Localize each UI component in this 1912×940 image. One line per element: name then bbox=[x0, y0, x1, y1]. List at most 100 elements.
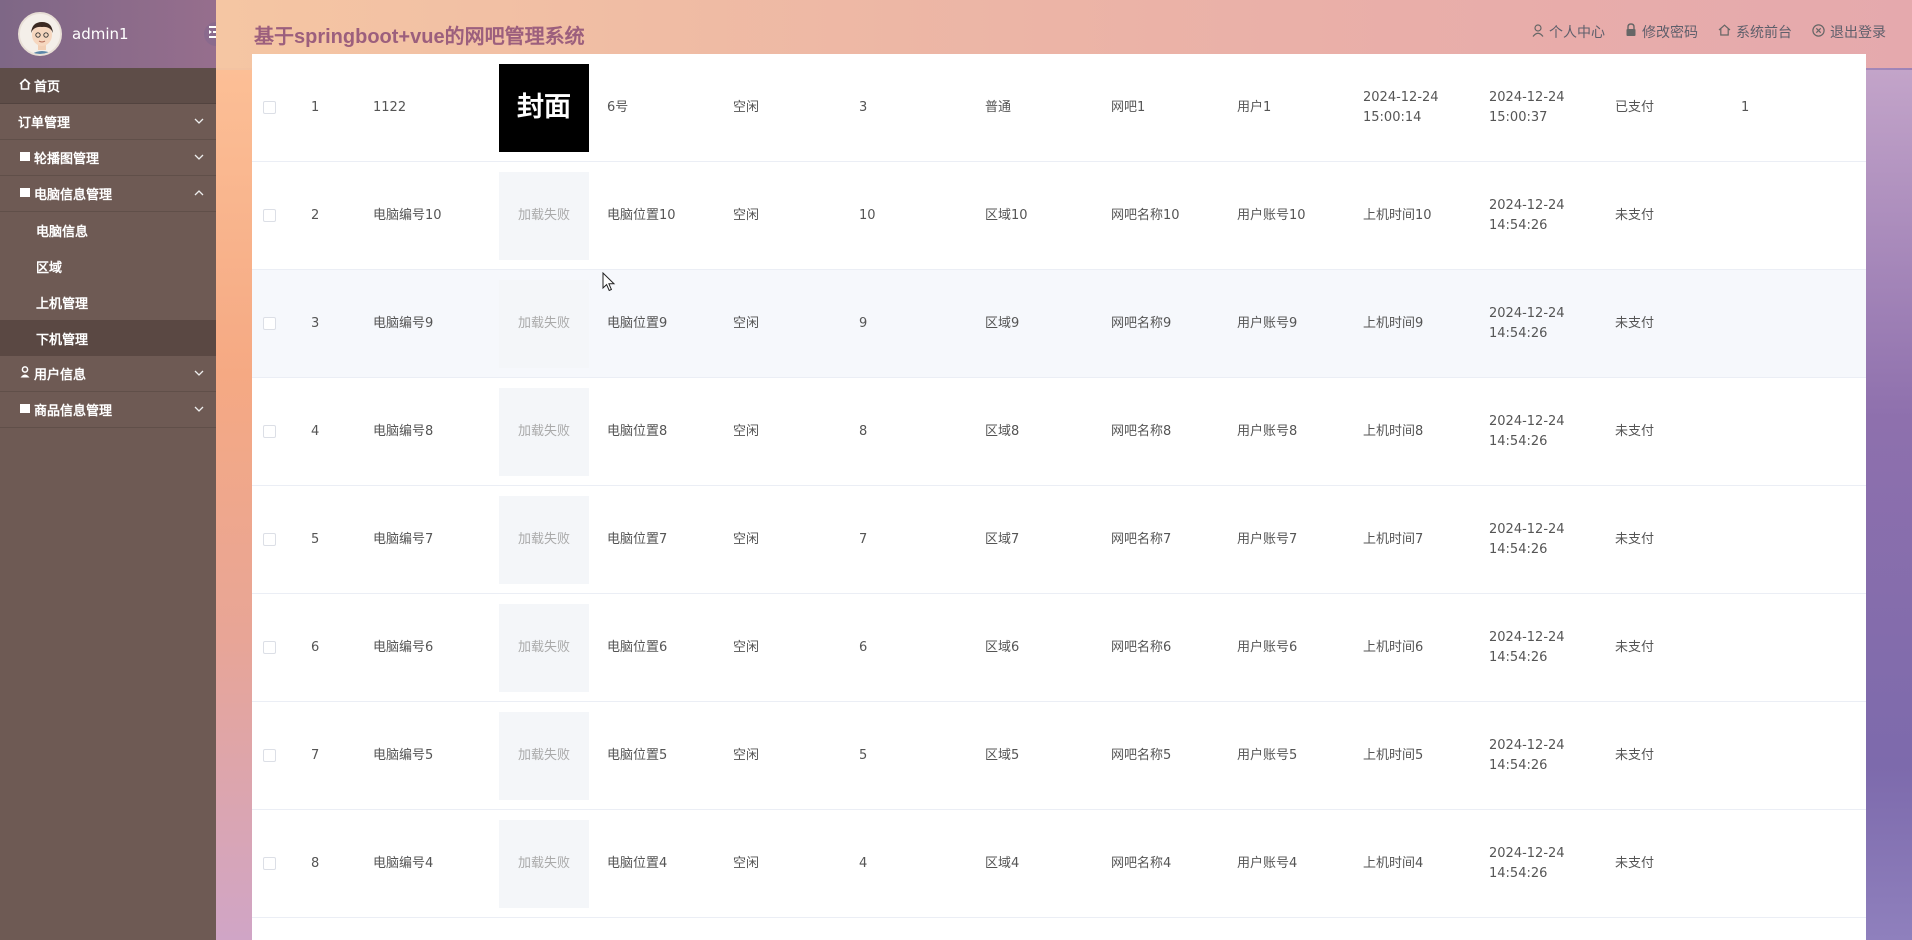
table-row[interactable]: 6 电脑编号6 加载失败 电脑位置6 空闲 6 区域6 网吧名称6 用户账号6 上机时间6 2024… bbox=[252, 594, 1866, 702]
row-checkbox[interactable] bbox=[263, 702, 283, 809]
sidebar-item-label: 首页 bbox=[34, 80, 61, 95]
cell-status-text: 空闲 bbox=[733, 207, 760, 223]
sidebar-item-goods-info[interactable]: 商品信息管理 bbox=[0, 392, 216, 428]
cell-extra: 1 bbox=[1741, 54, 1821, 161]
sidebar-item-carousel[interactable]: 轮播图管理 bbox=[0, 140, 216, 176]
avatar[interactable] bbox=[18, 12, 62, 56]
frontend-link[interactable]: 系统前台 bbox=[1718, 22, 1792, 42]
cell-start-time-text: 上机时间10 bbox=[1363, 207, 1432, 223]
change-password-label: 修改密码 bbox=[1642, 25, 1698, 41]
header-nav: 个人中心 修改密码 系统前台 退出登录 bbox=[1512, 22, 1886, 42]
cell-netbar-name: 网吧1 bbox=[1111, 54, 1221, 161]
cell-index: 5 bbox=[311, 486, 351, 593]
cell-start-time-text: 上机时间7 bbox=[1363, 531, 1424, 547]
change-password-link[interactable]: 修改密码 bbox=[1625, 22, 1698, 42]
personal-center-link[interactable]: 个人中心 bbox=[1532, 22, 1605, 42]
cell-cover: 加载失败 bbox=[499, 378, 589, 485]
cell-netbar-name: 网吧名称5 bbox=[1111, 702, 1221, 809]
square-icon bbox=[18, 186, 32, 201]
sidebar-subitem-login-manage[interactable]: 上机管理 bbox=[0, 284, 216, 320]
cell-position-text: 电脑位置8 bbox=[607, 423, 668, 439]
checkbox[interactable] bbox=[263, 317, 276, 330]
cell-position: 电脑位置9 bbox=[607, 270, 727, 377]
cover-load-failed[interactable]: 加载失败 bbox=[499, 171, 589, 260]
cell-area: 区域8 bbox=[985, 378, 1095, 485]
cover-load-failed[interactable]: 加载失败 bbox=[499, 819, 589, 908]
cover-load-failed[interactable]: 加载失败 bbox=[499, 279, 589, 368]
cell-index: 1 bbox=[311, 54, 351, 161]
checkbox[interactable] bbox=[263, 857, 276, 870]
row-checkbox[interactable] bbox=[263, 162, 283, 269]
sidebar-item-computer-info[interactable]: 电脑信息管理 bbox=[0, 176, 216, 212]
cell-position: 电脑位置10 bbox=[607, 162, 727, 269]
cover-load-failed[interactable]: 加载失败 bbox=[499, 495, 589, 584]
cell-number: 4 bbox=[859, 810, 959, 917]
table-row[interactable]: 2 电脑编号10 加载失败 电脑位置10 空闲 10 区域10 网吧名称10 用户账号10 上机时… bbox=[252, 162, 1866, 270]
cell-computer-code-text: 电脑编号7 bbox=[373, 531, 434, 547]
cell-end-time: 2024-12-24 15:00:37 bbox=[1489, 54, 1599, 161]
cell-pay-status-text: 未支付 bbox=[1615, 531, 1655, 547]
cell-index: 6 bbox=[311, 594, 351, 701]
cell-start-time: 上机时间6 bbox=[1363, 594, 1473, 701]
row-checkbox[interactable] bbox=[263, 378, 283, 485]
cell-area: 区域5 bbox=[985, 702, 1095, 809]
row-checkbox[interactable] bbox=[263, 270, 283, 377]
table-row[interactable]: 7 电脑编号5 加载失败 电脑位置5 空闲 5 区域5 网吧名称5 用户账号5 上机时间5 2024… bbox=[252, 702, 1866, 810]
checkbox[interactable] bbox=[263, 425, 276, 438]
sidebar-subitem-area[interactable]: 区域 bbox=[0, 248, 216, 284]
row-checkbox[interactable] bbox=[263, 54, 283, 161]
cell-computer-code: 电脑编号6 bbox=[373, 594, 493, 701]
cell-pay-status: 已支付 bbox=[1615, 54, 1715, 161]
cell-status-text: 空闲 bbox=[733, 315, 760, 331]
table-row[interactable]: 1 1122 封面 6号 空闲 3 普通 网吧1 用户1 2024-12-24 15:00:14 2… bbox=[252, 54, 1866, 162]
table-row[interactable]: 3 电脑编号9 加载失败 电脑位置9 空闲 9 区域9 网吧名称9 用户账号9 上机时间9 2024… bbox=[252, 270, 1866, 378]
table-row[interactable]: 5 电脑编号7 加载失败 电脑位置7 空闲 7 区域7 网吧名称7 用户账号7 上机时间7 2024… bbox=[252, 486, 1866, 594]
chevron-up-icon bbox=[194, 188, 204, 199]
sidebar-item-orders[interactable]: 订单管理 bbox=[0, 104, 216, 140]
cell-pay-status: 未支付 bbox=[1615, 378, 1715, 485]
sidebar-subitem-computer-info[interactable]: 电脑信息 bbox=[0, 212, 216, 248]
cell-status: 空闲 bbox=[733, 594, 833, 701]
logout-link[interactable]: 退出登录 bbox=[1812, 22, 1886, 42]
cell-start-time: 上机时间4 bbox=[1363, 810, 1473, 917]
sidebar: admin1 首页 订单管理 轮播图管理 电脑信息管理 电脑信息 区域 上机管理… bbox=[0, 0, 228, 940]
cover-load-failed[interactable]: 加载失败 bbox=[499, 711, 589, 800]
cell-end-time: 2024-12-24 14:54:26 bbox=[1489, 486, 1599, 593]
table-row[interactable]: 8 电脑编号4 加载失败 电脑位置4 空闲 4 区域4 网吧名称4 用户账号4 上机时间4 2024… bbox=[252, 810, 1866, 918]
table-row[interactable]: 4 电脑编号8 加载失败 电脑位置8 空闲 8 区域8 网吧名称8 用户账号8 上机时间8 2024… bbox=[252, 378, 1866, 486]
cell-area-text: 区域8 bbox=[985, 423, 1020, 439]
cell-pay-status-text: 已支付 bbox=[1615, 99, 1655, 115]
cell-area: 区域9 bbox=[985, 270, 1095, 377]
checkbox[interactable] bbox=[263, 533, 276, 546]
cover-image[interactable]: 封面 bbox=[499, 63, 589, 152]
cell-user-account: 用户账号6 bbox=[1237, 594, 1347, 701]
cover-load-failed[interactable]: 加载失败 bbox=[499, 387, 589, 476]
cell-pay-status: 未支付 bbox=[1615, 270, 1715, 377]
cell-pay-status: 未支付 bbox=[1615, 810, 1715, 917]
cell-computer-code: 电脑编号8 bbox=[373, 378, 493, 485]
row-checkbox[interactable] bbox=[263, 594, 283, 701]
sidebar-item-home[interactable]: 首页 bbox=[0, 68, 216, 104]
cell-end-time: 2024-12-24 14:54:26 bbox=[1489, 702, 1599, 809]
checkbox[interactable] bbox=[263, 749, 276, 762]
checkbox[interactable] bbox=[263, 101, 276, 114]
background-right bbox=[1866, 70, 1912, 940]
cell-user-account-text: 用户账号6 bbox=[1237, 639, 1298, 655]
cell-index-text: 1 bbox=[311, 99, 320, 115]
cell-computer-code-text: 电脑编号6 bbox=[373, 639, 434, 655]
cell-end-time-text: 2024-12-24 14:54:26 bbox=[1489, 413, 1565, 449]
row-checkbox[interactable] bbox=[263, 486, 283, 593]
checkbox[interactable] bbox=[263, 641, 276, 654]
cell-start-time-text: 2024-12-24 15:00:14 bbox=[1363, 89, 1439, 125]
cell-pay-status-text: 未支付 bbox=[1615, 639, 1655, 655]
cell-netbar-name: 网吧名称8 bbox=[1111, 378, 1221, 485]
row-checkbox[interactable] bbox=[263, 810, 283, 917]
cell-start-time-text: 上机时间5 bbox=[1363, 747, 1424, 763]
checkbox[interactable] bbox=[263, 209, 276, 222]
cover-load-failed[interactable]: 加载失败 bbox=[499, 603, 589, 692]
user-icon bbox=[18, 366, 32, 381]
sidebar-item-user-info[interactable]: 用户信息 bbox=[0, 356, 216, 392]
cell-netbar-name-text: 网吧名称10 bbox=[1111, 207, 1180, 223]
cell-index: 7 bbox=[311, 702, 351, 809]
sidebar-subitem-logout-manage[interactable]: 下机管理 bbox=[0, 320, 216, 356]
